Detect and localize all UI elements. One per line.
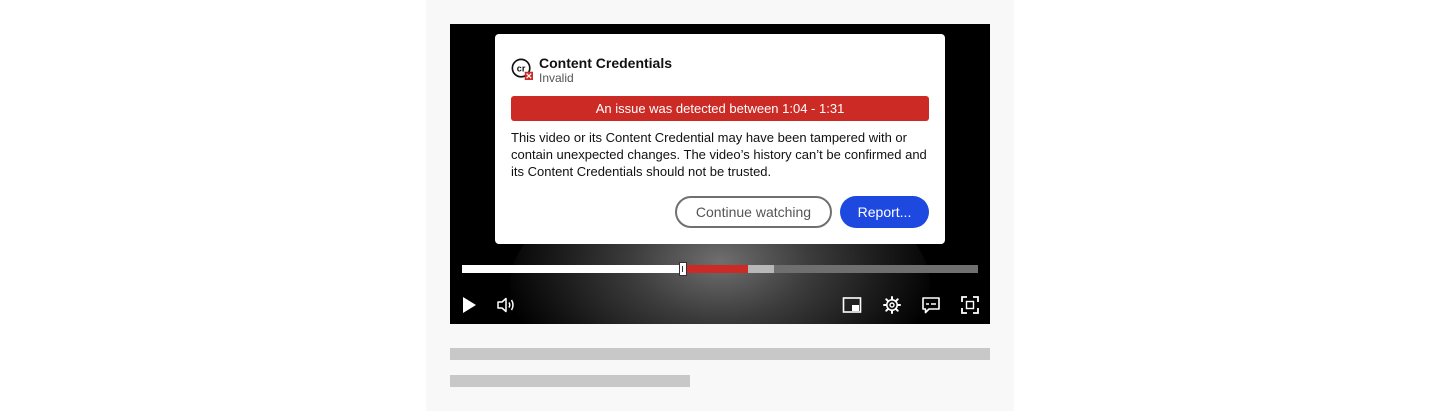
credential-status: Invalid [539,71,574,85]
text-placeholder-line [450,375,690,387]
settings-button[interactable] [882,295,902,315]
captions-button[interactable] [921,295,941,315]
popup-title: Content Credentials [539,55,673,71]
picture-in-picture-icon [842,297,862,313]
captions-icon [922,297,940,314]
content-credentials-logo-icon: cr [511,58,533,80]
play-icon [463,297,476,313]
fullscreen-icon [961,296,979,314]
settings-gear-icon [883,296,901,314]
picture-in-picture-button[interactable] [842,295,862,315]
volume-icon [497,297,514,313]
content-credentials-popup: cr Content Credentials Invalid An issue … [495,34,945,244]
play-button[interactable] [459,295,479,315]
scrubber-handle[interactable] [678,262,687,276]
progress-bar[interactable] [462,262,978,276]
issue-segment [683,265,749,273]
continue-watching-button[interactable]: Continue watching [675,196,832,228]
buffered-segment [748,265,775,273]
played-segment [462,265,679,273]
popup-description: This video or its Content Credential may… [511,130,927,179]
cr-logo-text: cr [517,63,526,73]
text-placeholder-line [450,348,990,360]
volume-button[interactable] [496,295,516,315]
video-player[interactable]: cr Content Credentials Invalid An issue … [450,24,990,324]
fullscreen-button[interactable] [960,295,980,315]
report-button[interactable]: Report... [840,196,929,228]
issue-alert-banner: An issue was detected between 1:04 - 1:3… [511,96,929,121]
